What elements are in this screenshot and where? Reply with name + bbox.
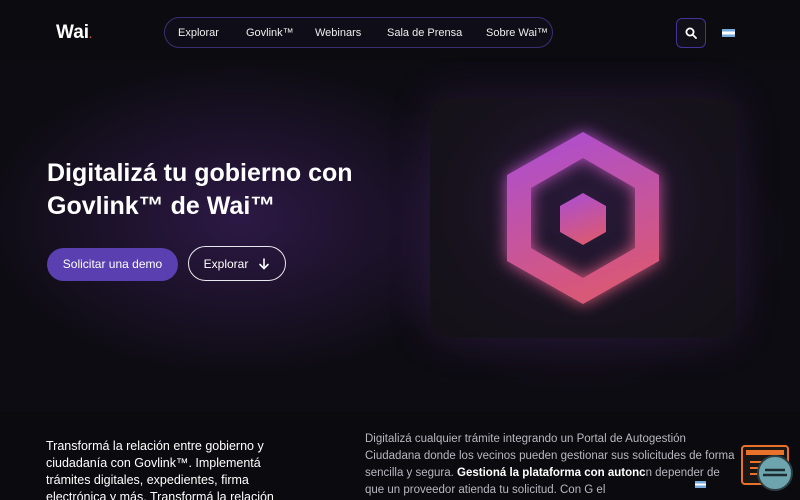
search-button[interactable] [676, 18, 706, 48]
nav-item-sobre-wai[interactable]: Sobre Wai™ [486, 27, 548, 39]
body-text-bold: Gestioná la plataforma con autonc [457, 467, 646, 479]
explore-button-label: Explorar [203, 256, 249, 271]
argentina-flag-icon[interactable] [722, 29, 735, 37]
search-icon [685, 27, 697, 39]
nav-item-sala-de-prensa[interactable]: Sala de Prensa [387, 27, 462, 39]
body-text: Digitalizá cualquier trámite integrando … [365, 431, 735, 499]
arrow-down-icon [259, 257, 270, 269]
logo-text: Wai [56, 22, 90, 43]
hero-title: Digitalizá tu gobierno con Govlink™ de W… [47, 159, 353, 220]
hero-graphic-card [430, 98, 736, 338]
request-demo-button[interactable]: Solicitar una demo [47, 248, 178, 281]
nav-item-webinars[interactable]: Webinars [315, 27, 361, 39]
floating-flag-icon[interactable] [695, 481, 706, 488]
main-nav: Explorar Govlink™ Webinars Sala de Prens… [164, 17, 553, 48]
nav-item-govlink[interactable]: Govlink™ [246, 27, 294, 39]
nav-item-explorar[interactable]: Explorar [178, 27, 219, 39]
logo-dot: . [89, 30, 92, 41]
wai-logo[interactable]: Wai. [56, 22, 92, 44]
site-header: Wai. Explorar Govlink™ Webinars Sala de … [0, 0, 800, 62]
explore-button[interactable]: Explorar [188, 246, 286, 281]
hero-section: Digitalizá tu gobierno con Govlink™ de W… [0, 62, 800, 412]
hexagon-logo-icon [507, 132, 659, 304]
accessibility-widget-icon[interactable] [757, 455, 793, 491]
chat-bubble-icon [763, 468, 787, 477]
intro-text: Transformá la relación entre gobierno y … [46, 439, 274, 500]
